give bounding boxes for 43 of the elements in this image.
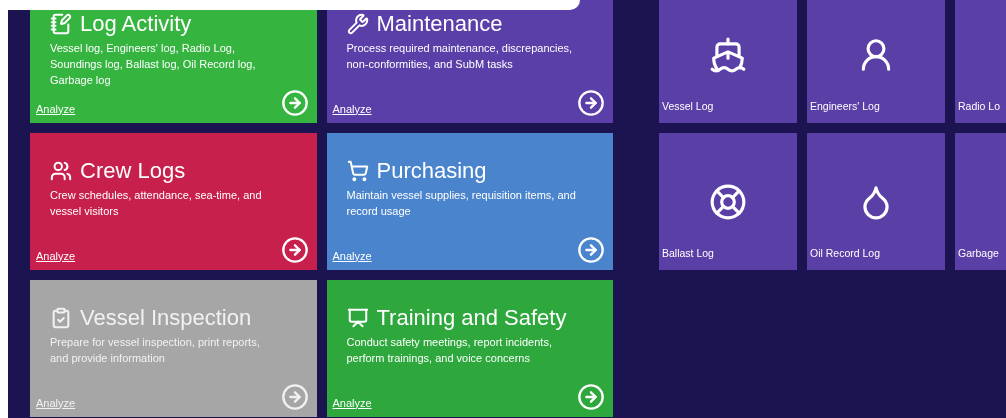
- wrench-icon: [346, 13, 369, 35]
- log-tile[interactable]: Ballast Log: [659, 133, 797, 270]
- clipboard-icon: [50, 307, 72, 329]
- arrow-circle-icon[interactable]: [577, 236, 605, 264]
- log-tile[interactable]: Vessel Log: [659, 0, 797, 123]
- presentation-board-icon: [346, 307, 369, 329]
- tile-description: Process required maintenance, discrepancies, non-conformities, and SubM tasks: [346, 41, 574, 72]
- tile-label: Vessel Log: [662, 99, 714, 115]
- arrow-circle-icon[interactable]: [280, 236, 309, 264]
- tile-description: Vessel log, Engineers' log, Radio Log, Soundings log, Ballast log, Oil Record log, Garbage log: [50, 41, 257, 88]
- notebook-icon: [50, 13, 72, 35]
- tile-label: Engineers' Log: [810, 99, 880, 115]
- tile-description: Maintain vessel supplies, requisition items, and record usage: [346, 188, 577, 219]
- tile-title: Maintenance: [376, 12, 503, 36]
- activity-tile[interactable]: Maintenance Process required maintenance, discrepancies, non-conformities, and SubM tasks Analyze: [326, 0, 613, 123]
- tile-title: Crew Logs: [80, 159, 186, 183]
- tile-title: Vessel Inspection: [80, 306, 252, 330]
- tile-label: Radio Lo: [958, 99, 1001, 115]
- tile-description: Crew schedules, attendance, sea-time, and vessel visitors: [50, 188, 263, 219]
- people-icon: [50, 160, 72, 182]
- activity-tile[interactable]: Crew Logs Crew schedules, attendance, sea-time, and vessel visitors Analyze: [30, 133, 317, 270]
- activity-tile[interactable]: Training and Safety Conduct safety meetings, report incidents, perform trainings, and voice concerns Analyze: [326, 280, 613, 417]
- log-tile[interactable]: Oil Record Log: [807, 133, 945, 270]
- analyze-link[interactable]: Analyze: [332, 100, 372, 117]
- log-tile[interactable]: Garbage: [955, 133, 1006, 270]
- analyze-link[interactable]: Analyze: [332, 247, 372, 264]
- arrow-circle-icon[interactable]: [577, 89, 605, 117]
- tile-label: Oil Record Log: [810, 246, 881, 262]
- analyze-link[interactable]: Analyze: [36, 247, 76, 264]
- tile-title: Purchasing: [376, 159, 487, 183]
- log-tile[interactable]: Engineers' Log: [807, 0, 945, 123]
- cart-icon: [346, 160, 369, 182]
- ship-icon: [709, 35, 747, 74]
- log-tile[interactable]: Radio Lo: [955, 0, 1006, 123]
- tile-label: Garbage: [958, 246, 999, 262]
- tile-description: Prepare for vessel inspection, print reports, and provide information: [50, 335, 261, 366]
- tile-title: Training and Safety: [376, 306, 567, 330]
- lifebuoy-icon: [709, 182, 747, 221]
- tile-description: Conduct safety meetings, report incidents, perform trainings, and voice concerns: [346, 335, 553, 366]
- tile-title: Log Activity: [80, 12, 192, 36]
- tile-label: Ballast Log: [662, 246, 714, 262]
- activity-tile[interactable]: Purchasing Maintain vessel supplies, requisition items, and record usage Analyze: [326, 133, 613, 270]
- analyze-link[interactable]: Analyze: [332, 394, 372, 411]
